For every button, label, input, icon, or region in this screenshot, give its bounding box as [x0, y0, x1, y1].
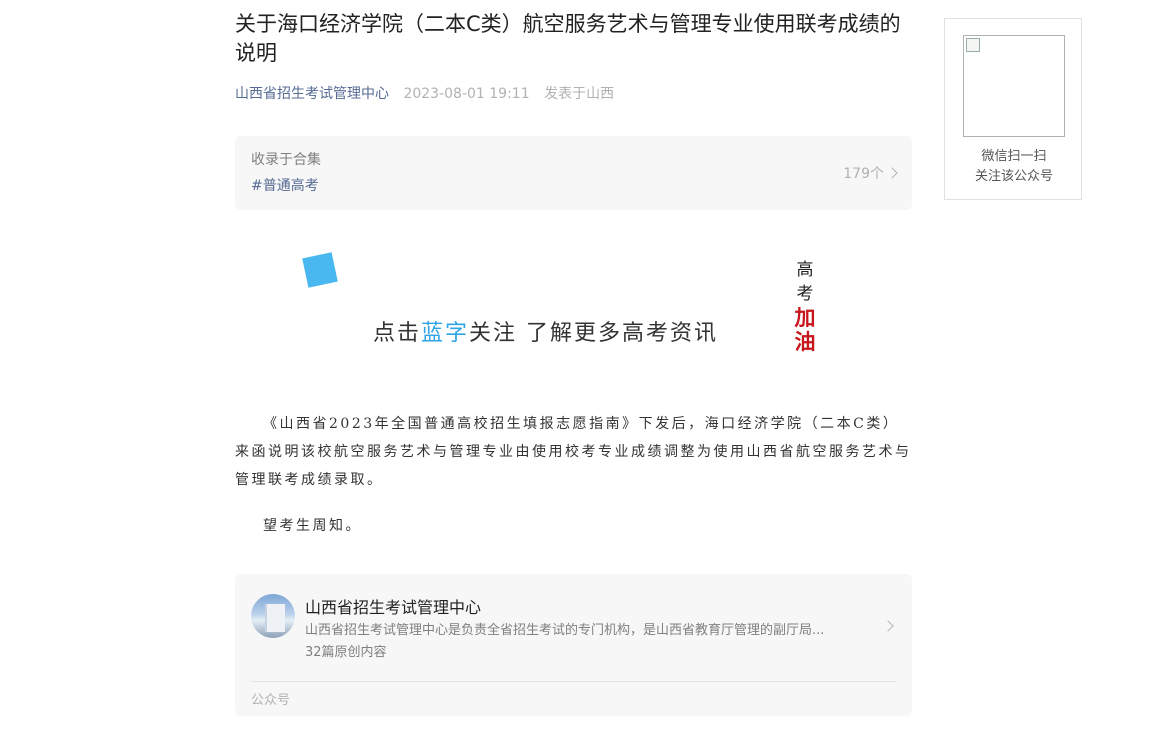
collection-card[interactable]: 收录于合集 #普通高考 179个: [235, 136, 912, 210]
account-card[interactable]: 山西省招生考试管理中心 山西省招生考试管理中心是负责全省招生考试的专门机构，是山…: [235, 574, 912, 716]
follow-banner: 点击蓝字关注 了解更多高考资讯 高 考 加 油: [235, 240, 912, 365]
building-icon: [265, 604, 285, 632]
chevron-right-icon: [882, 620, 894, 632]
qr-caption-line1: 微信扫一扫: [981, 149, 1047, 164]
article-paragraph: 《山西省2023年全国普通高校招生填报志愿指南》下发后，海口经济学院（二本C类）…: [235, 416, 912, 488]
vertical-char: 加: [794, 305, 816, 330]
publish-location: 发表于山西: [544, 86, 615, 102]
vertical-char: 油: [794, 329, 816, 354]
banner-slogan: 点击蓝字关注 了解更多高考资讯: [373, 315, 718, 347]
account-name: 山西省招生考试管理中心: [305, 598, 482, 617]
divider: [251, 681, 896, 682]
qr-caption-line2: 关注该公众号: [974, 169, 1053, 184]
author-link[interactable]: 山西省招生考试管理中心: [235, 86, 389, 102]
article-meta: 山西省招生考试管理中心 2023-08-01 19:11 发表于山西: [235, 84, 614, 104]
chevron-right-icon: [886, 167, 898, 179]
account-description: 山西省招生考试管理中心是负责全省招生考试的专门机构，是山西省教育厅管理的副厅局.…: [305, 623, 825, 638]
slogan-post: 关注 了解更多高考资讯: [469, 321, 719, 346]
article-title: 关于海口经济学院（二本C类）航空服务艺术与管理专业使用联考成绩的说明: [235, 12, 901, 65]
account-type: 公众号: [251, 693, 291, 708]
collection-tag[interactable]: #普通高考: [251, 175, 319, 195]
broken-image-icon: [966, 38, 980, 52]
collection-label: 收录于合集: [251, 152, 321, 168]
publish-date: 2023-08-01 19:11: [403, 86, 530, 102]
slogan-pre: 点击: [373, 321, 422, 346]
qr-code-image: [963, 35, 1065, 137]
collection-count[interactable]: 179个: [843, 163, 898, 183]
vertical-char: 考: [796, 284, 814, 304]
article-paragraph: 望考生周知。: [263, 518, 362, 534]
qr-panel: 微信扫一扫 关注该公众号: [944, 18, 1082, 200]
vertical-slogan: 高 考 加 油: [793, 258, 817, 354]
blue-square-decoration: [302, 252, 338, 288]
account-post-count: 32篇原创内容: [305, 645, 387, 660]
vertical-char: 高: [796, 260, 814, 280]
avatar: [251, 594, 295, 638]
collection-count-text: 179个: [843, 166, 884, 182]
slogan-blue: 蓝字: [421, 321, 470, 346]
